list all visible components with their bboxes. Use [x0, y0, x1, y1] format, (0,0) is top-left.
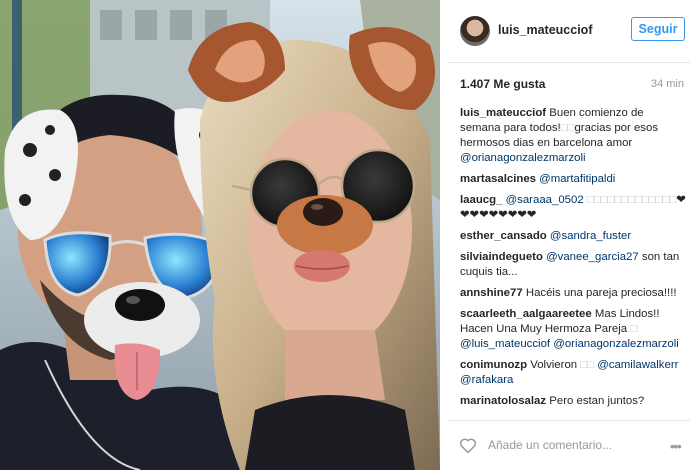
post-header: luis_mateucciof Seguir — [448, 0, 690, 63]
mention-link[interactable]: @rafakara — [460, 374, 513, 386]
emoji-placeholder: □□ — [560, 122, 575, 134]
emoji-placeholder: □ — [630, 323, 638, 335]
comment-item: laaucg_ @saraaa_0502 □□□□□□□□□□□□□❤❤❤❤❤❤… — [460, 193, 686, 223]
comment-username[interactable]: esther_cansado — [460, 230, 547, 242]
comment-footer: Añade un comentario... ••• — [448, 420, 690, 471]
comment-item: luis_mateucciof Buen comienzo de semana … — [460, 106, 686, 166]
comment-text: Volvieron — [530, 359, 581, 371]
mention-link[interactable]: @orianagonzalezmarzoli — [553, 338, 679, 350]
comment-item: marinatolosalaz Pero estan juntos? — [460, 394, 686, 409]
add-comment-input[interactable]: Añade un comentario... — [488, 438, 612, 452]
comment-text: Hacéis una pareja preciosa!!!! — [525, 287, 677, 299]
comment-username[interactable]: silviaindegueto — [460, 251, 543, 263]
instagram-post: luis_mateucciof Seguir 1.407 Me gusta 34… — [0, 0, 690, 470]
comment-text: Pero estan juntos? — [549, 395, 645, 407]
emoji-placeholder: □□□□□□□□□□□□□ — [583, 194, 677, 206]
username-link[interactable]: luis_mateucciof — [498, 23, 592, 37]
mention-link[interactable]: @camilawalkerr — [597, 359, 678, 371]
post-photo-graphic — [0, 0, 440, 470]
comment-item: martasalcines @martafitipaldi — [460, 172, 686, 187]
mention-link[interactable]: @orianagonzalezmarzoli — [460, 152, 586, 164]
comment-item: scaarleeth_aalgaareetee Mas Lindos!! Hac… — [460, 307, 686, 352]
comment-username[interactable]: martasalcines — [460, 173, 536, 185]
comment-username[interactable]: scaarleeth_aalgaareetee — [460, 308, 592, 320]
comment-item: esther_cansado @sandra_fuster — [460, 229, 686, 244]
comment-username[interactable]: luis_mateucciof — [460, 107, 546, 119]
mention-link[interactable]: @vanee_garcia27 — [546, 251, 639, 263]
post-photo[interactable] — [0, 0, 440, 470]
comment-username[interactable]: marinatolosalaz — [460, 395, 546, 407]
post-time[interactable]: 34 min — [651, 78, 684, 90]
follow-button[interactable]: Seguir — [631, 17, 685, 41]
mention-link[interactable]: @martafitipaldi — [539, 173, 615, 185]
comment-username[interactable]: laaucg_ — [460, 194, 502, 206]
heart-icon[interactable] — [458, 435, 478, 455]
comment-item: conimunozp Volvieron □□ @camilawalkerr @… — [460, 358, 686, 388]
emoji-placeholder: □□ — [580, 359, 595, 371]
mention-link[interactable]: @saraaa_0502 — [506, 194, 584, 206]
post-sidebar: luis_mateucciof Seguir 1.407 Me gusta 34… — [448, 0, 690, 470]
comment-username[interactable]: annshine77 — [460, 287, 523, 299]
more-options-icon[interactable]: ••• — [670, 439, 682, 454]
comment-item: annshine77 Hacéis una pareja preciosa!!!… — [460, 286, 686, 301]
mention-link[interactable]: @sandra_fuster — [550, 230, 631, 242]
likes-count[interactable]: 1.407 Me gusta — [460, 77, 545, 91]
comment-username[interactable]: conimunozp — [460, 359, 527, 371]
comment-list: luis_mateucciof Buen comienzo de semana … — [460, 106, 686, 415]
mention-link[interactable]: @luis_mateucciof — [460, 338, 550, 350]
comment-item: silviaindegueto @vanee_garcia27 son tan … — [460, 250, 686, 280]
avatar[interactable] — [460, 16, 490, 46]
